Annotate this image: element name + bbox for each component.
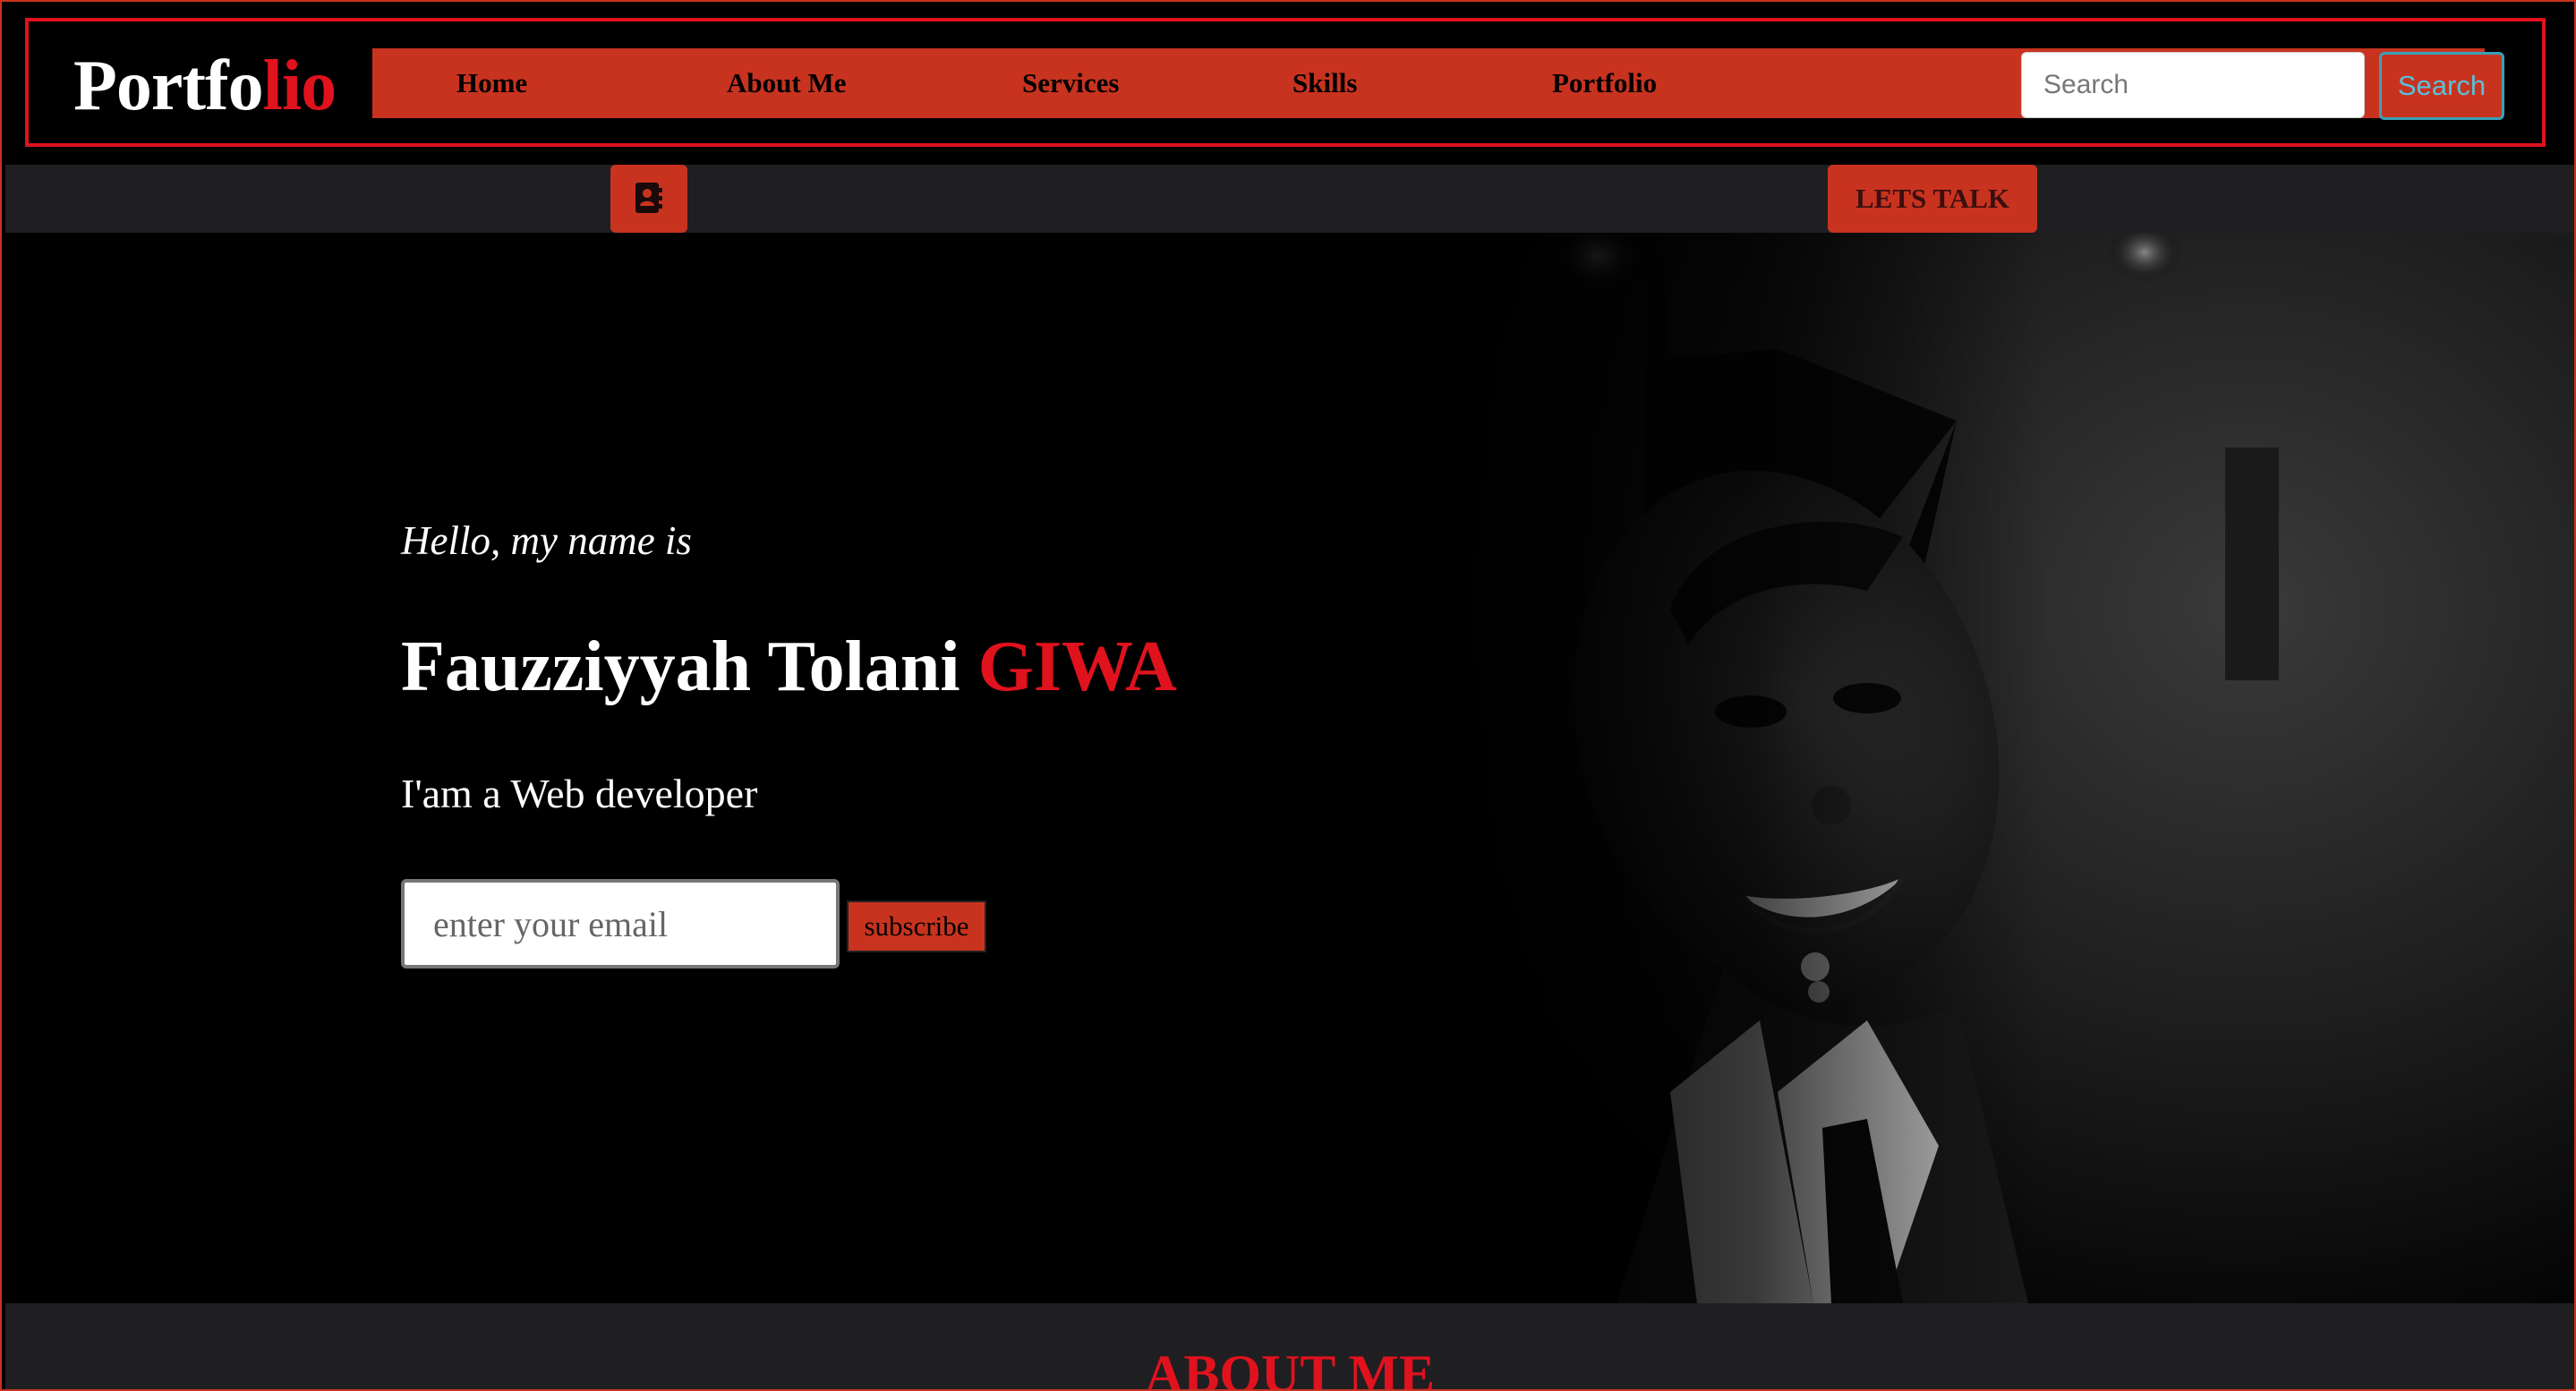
brand-logo[interactable]: Portfolio [73,41,337,131]
subscribe-button[interactable]: subscribe [847,900,986,952]
search-button[interactable]: Search [2379,52,2504,120]
contact-button[interactable] [610,165,687,233]
address-book-icon [635,183,662,213]
about-section: ABOUT ME [5,1303,2574,1391]
brand-accent: lio [262,47,337,125]
lets-talk-button[interactable]: LETS TALK [1828,165,2037,233]
top-navbar: Portfolio Home About Me Services Skills … [25,18,2546,147]
about-title: ABOUT ME [1145,1344,1435,1391]
nav-item-skills[interactable]: Skills [1292,48,1357,118]
hero-section: Hello, my name is Fauzziyyah Tolani GIWA… [5,233,2574,1303]
hero-role: I'am a Web developer [401,771,758,816]
hero-name: Fauzziyyah Tolani GIWA [401,627,1177,708]
email-field[interactable] [401,879,840,969]
nav-item-portfolio[interactable]: Portfolio [1552,48,1657,118]
hero-last-name: GIWA [977,627,1177,706]
nav-item-services[interactable]: Services [1022,48,1119,118]
graduate-portrait-photo [1402,233,2574,1303]
page: Portfolio Home About Me Services Skills … [0,0,2576,1391]
hero-greeting: Hello, my name is [401,518,692,563]
nav-item-about-me[interactable]: About Me [727,48,846,118]
search-input[interactable] [2021,52,2365,118]
nav-item-home[interactable]: Home [456,48,527,118]
brand-prefix: Portfo [73,47,264,125]
sub-bar: LETS TALK [5,165,2574,233]
hero-first-names: Fauzziyyah Tolani [401,627,978,706]
